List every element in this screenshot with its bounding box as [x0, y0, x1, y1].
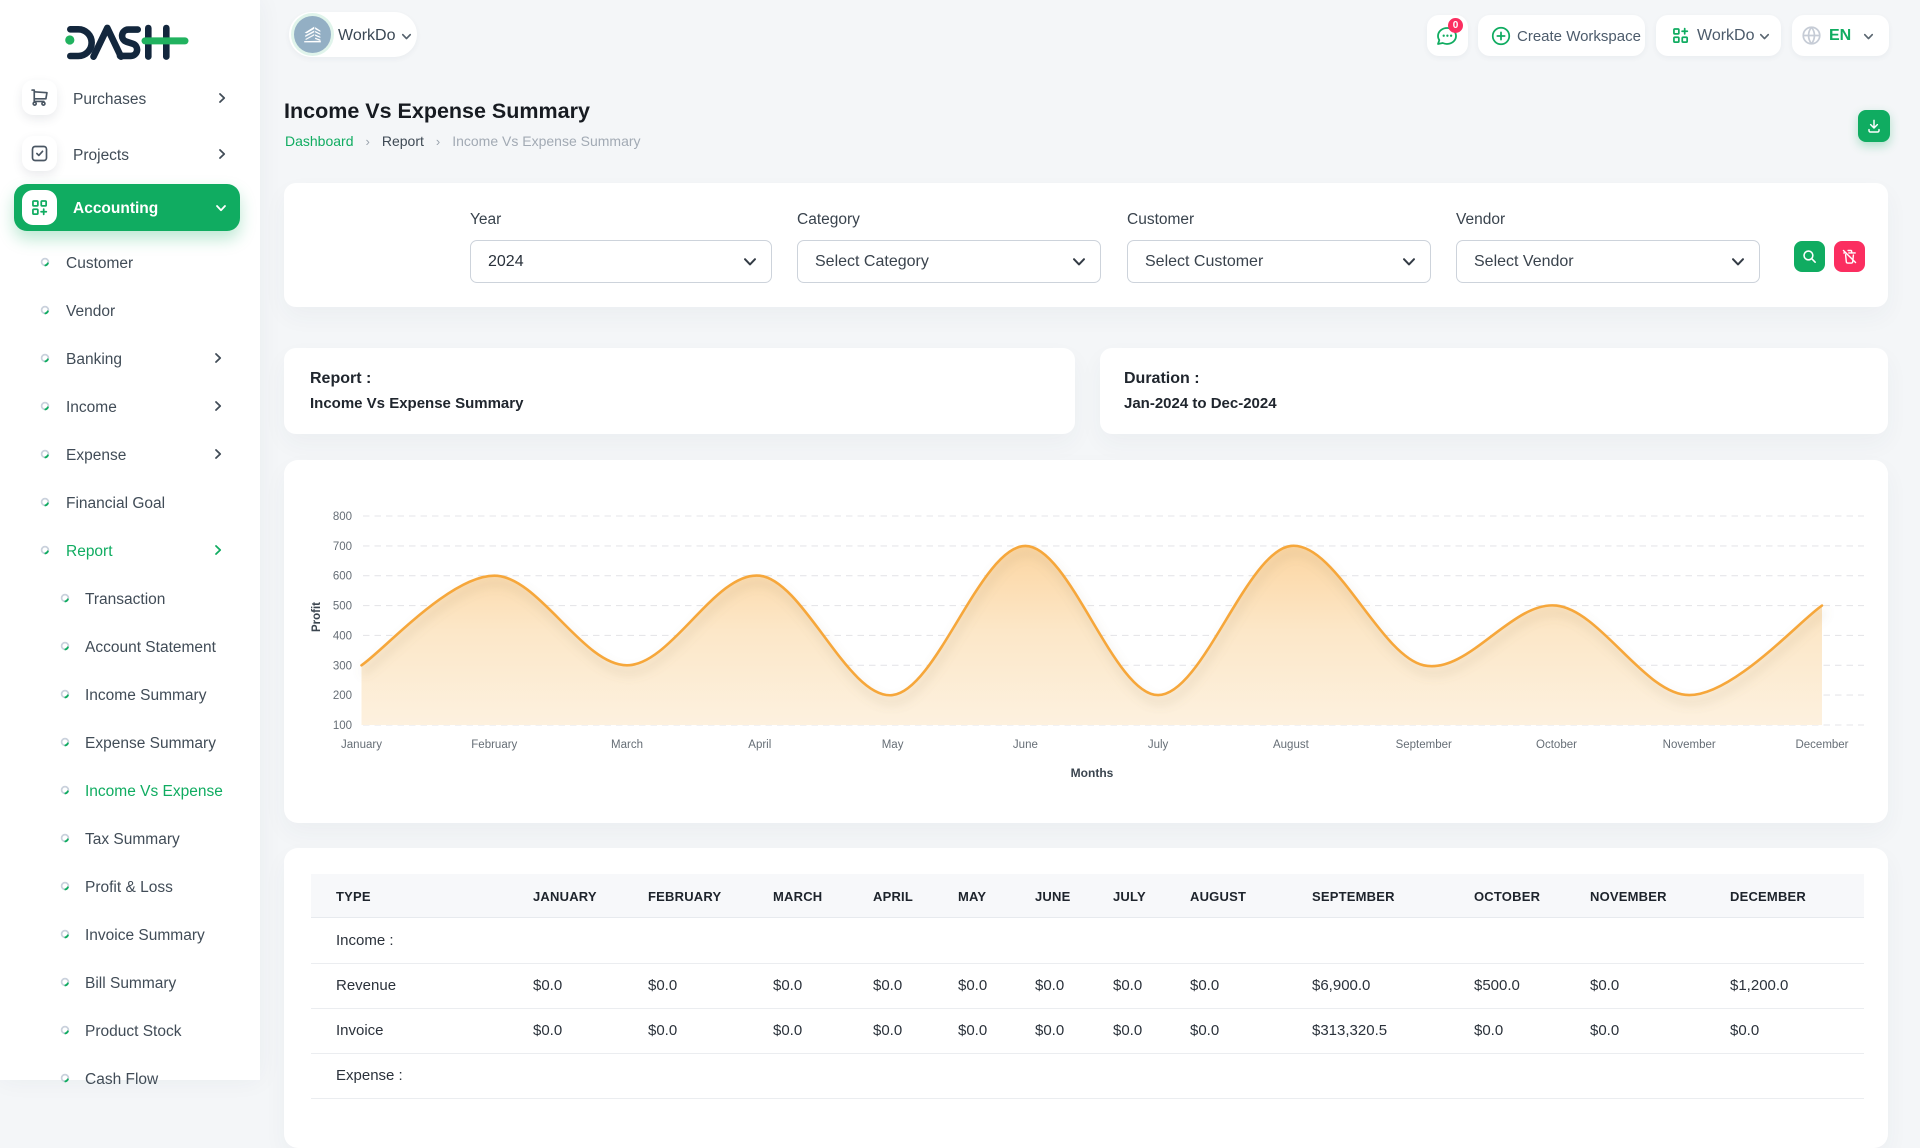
svg-text:September: September: [1396, 739, 1452, 751]
svg-text:April: April: [748, 739, 771, 751]
svg-text:January: January: [341, 739, 382, 751]
svg-text:600: 600: [333, 571, 352, 583]
svg-text:July: July: [1148, 739, 1169, 751]
svg-text:500: 500: [333, 601, 352, 613]
svg-text:February: February: [471, 739, 517, 751]
svg-text:700: 700: [333, 541, 352, 553]
svg-text:October: October: [1536, 739, 1577, 751]
svg-text:400: 400: [333, 630, 352, 642]
svg-text:May: May: [882, 739, 904, 751]
svg-text:200: 200: [333, 690, 352, 702]
svg-text:100: 100: [333, 720, 352, 732]
svg-text:300: 300: [333, 660, 352, 672]
svg-text:November: November: [1663, 739, 1716, 751]
svg-text:December: December: [1795, 739, 1848, 751]
svg-text:March: March: [611, 739, 643, 751]
svg-text:Profit: Profit: [311, 602, 323, 632]
svg-text:800: 800: [333, 511, 352, 523]
svg-text:August: August: [1273, 739, 1310, 751]
svg-text:Months: Months: [1071, 766, 1114, 780]
svg-text:June: June: [1013, 739, 1038, 751]
